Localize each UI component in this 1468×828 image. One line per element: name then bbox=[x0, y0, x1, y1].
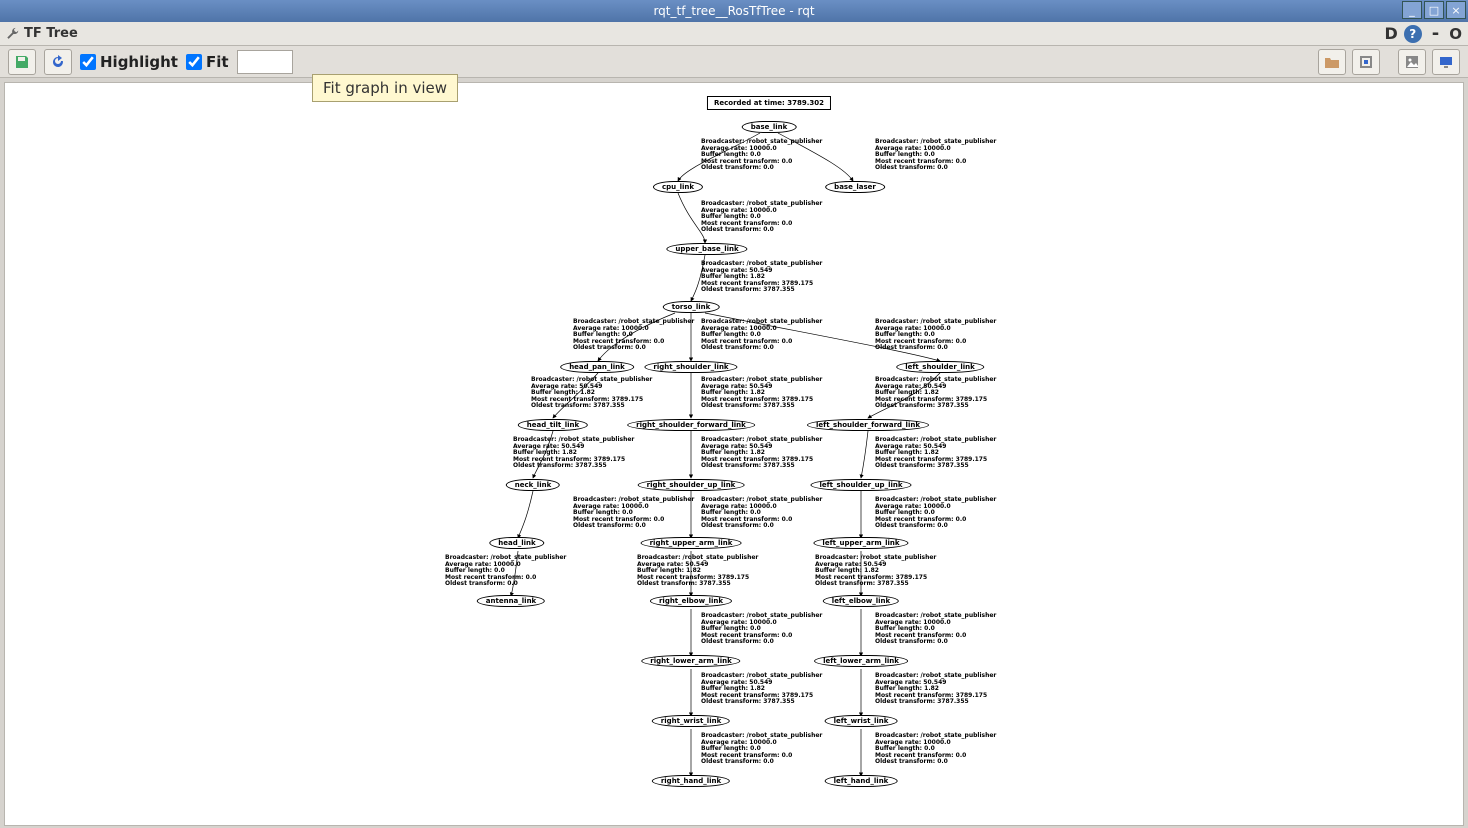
edge-torso-rshoulder: Broadcaster: /robot_state_publisher Aver… bbox=[701, 319, 822, 352]
edge-rupperarm-relbow: Broadcaster: /robot_state_publisher Aver… bbox=[637, 555, 758, 588]
edge-lshoulder-fwd: Broadcaster: /robot_state_publisher Aver… bbox=[875, 377, 996, 410]
edge-neck-head: Broadcaster: /robot_state_publisher Aver… bbox=[573, 497, 694, 530]
node-right-wrist-link[interactable]: right_wrist_link bbox=[652, 715, 730, 727]
edge-rup-rupperarm: Broadcaster: /robot_state_publisher Aver… bbox=[701, 497, 822, 530]
node-left-lower-arm-link[interactable]: left_lower_arm_link bbox=[814, 655, 908, 667]
panel-header: TF Tree D ? - O bbox=[0, 22, 1468, 46]
panel-minus[interactable]: - bbox=[1428, 23, 1443, 44]
edge-lwrist-lhand: Broadcaster: /robot_state_publisher Aver… bbox=[875, 733, 996, 766]
export-button[interactable] bbox=[1352, 49, 1380, 75]
highlight-label: Highlight bbox=[100, 53, 178, 71]
node-right-shoulder-up-link[interactable]: right_shoulder_up_link bbox=[638, 479, 745, 491]
search-input[interactable] bbox=[237, 50, 293, 74]
edge-rshoulder-fwd: Broadcaster: /robot_state_publisher Aver… bbox=[701, 377, 822, 410]
edge-rwrist-rhand: Broadcaster: /robot_state_publisher Aver… bbox=[701, 733, 822, 766]
edge-llower-lwrist: Broadcaster: /robot_state_publisher Aver… bbox=[875, 673, 996, 706]
export-icon bbox=[1358, 54, 1374, 70]
d-label[interactable]: D bbox=[1384, 24, 1397, 43]
monitor-icon bbox=[1438, 54, 1454, 70]
node-right-shoulder-forward-link[interactable]: right_shoulder_forward_link bbox=[627, 419, 755, 431]
help-icon[interactable]: ? bbox=[1404, 25, 1422, 43]
node-left-hand-link[interactable]: left_hand_link bbox=[825, 775, 898, 787]
highlight-checkbox[interactable]: Highlight bbox=[80, 53, 178, 71]
node-left-shoulder-up-link[interactable]: left_shoulder_up_link bbox=[810, 479, 911, 491]
node-base-laser[interactable]: base_laser bbox=[825, 181, 885, 193]
image-button[interactable] bbox=[1398, 49, 1426, 75]
node-left-upper-arm-link[interactable]: left_upper_arm_link bbox=[813, 537, 908, 549]
node-right-hand-link[interactable]: right_hand_link bbox=[652, 775, 730, 787]
edge-headtilt-neck: Broadcaster: /robot_state_publisher Aver… bbox=[513, 437, 634, 470]
edge-torso-lshoulder: Broadcaster: /robot_state_publisher Aver… bbox=[875, 319, 996, 352]
panel-title: TF Tree bbox=[24, 26, 78, 41]
refresh-button[interactable] bbox=[44, 49, 72, 75]
window-titlebar: rqt_tf_tree__RosTfTree - rqt _ □ × bbox=[0, 0, 1468, 22]
open-icon bbox=[1324, 54, 1340, 70]
edge-relbow-rlower: Broadcaster: /robot_state_publisher Aver… bbox=[701, 613, 822, 646]
node-right-lower-arm-link[interactable]: right_lower_arm_link bbox=[641, 655, 740, 667]
node-antenna-link[interactable]: antenna_link bbox=[477, 595, 545, 607]
node-head-pan-link[interactable]: head_pan_link bbox=[560, 361, 634, 373]
save-button[interactable] bbox=[8, 49, 36, 75]
node-neck-link[interactable]: neck_link bbox=[506, 479, 560, 491]
edge-head-antenna: Broadcaster: /robot_state_publisher Aver… bbox=[445, 555, 566, 588]
fit-label: Fit bbox=[206, 53, 229, 71]
node-left-shoulder-forward-link[interactable]: left_shoulder_forward_link bbox=[807, 419, 929, 431]
edge-lupperarm-lelbow: Broadcaster: /robot_state_publisher Aver… bbox=[815, 555, 936, 588]
node-cpu-link[interactable]: cpu_link bbox=[653, 181, 703, 193]
node-torso-link[interactable]: torso_link bbox=[663, 301, 720, 313]
edge-rlower-rwrist: Broadcaster: /robot_state_publisher Aver… bbox=[701, 673, 822, 706]
recorded-time-box: Recorded at time: 3789.302 bbox=[707, 96, 831, 110]
maximize-icon[interactable]: □ bbox=[1424, 1, 1444, 19]
toolbar: Highlight Fit Fit graph in view bbox=[0, 46, 1468, 78]
node-upper-base-link[interactable]: upper_base_link bbox=[666, 243, 747, 255]
edge-base-laser: Broadcaster: /robot_state_publisher Aver… bbox=[875, 139, 996, 172]
panel-detach[interactable]: O bbox=[1449, 25, 1462, 43]
fit-tooltip: Fit graph in view bbox=[312, 74, 458, 102]
node-left-shoulder-link[interactable]: left_shoulder_link bbox=[896, 361, 984, 373]
node-base-link[interactable]: base_link bbox=[742, 121, 797, 133]
minimize-icon[interactable]: _ bbox=[1402, 1, 1422, 19]
edge-torso-headpan: Broadcaster: /robot_state_publisher Aver… bbox=[573, 319, 694, 352]
screenshot-button[interactable] bbox=[1432, 49, 1460, 75]
edge-base-cpu: Broadcaster: /robot_state_publisher Aver… bbox=[701, 139, 822, 172]
edge-upper-torso: Broadcaster: /robot_state_publisher Aver… bbox=[701, 261, 822, 294]
edge-cpu-upper: Broadcaster: /robot_state_publisher Aver… bbox=[701, 201, 822, 234]
edge-lup-lupperarm: Broadcaster: /robot_state_publisher Aver… bbox=[875, 497, 996, 530]
edge-rfwd-rup: Broadcaster: /robot_state_publisher Aver… bbox=[701, 437, 822, 470]
graph-canvas[interactable]: Recorded at time: 3789.302 base_link cpu… bbox=[4, 82, 1464, 826]
node-head-link[interactable]: head_link bbox=[489, 537, 544, 549]
edge-lelbow-llower: Broadcaster: /robot_state_publisher Aver… bbox=[875, 613, 996, 646]
node-left-elbow-link[interactable]: left_elbow_link bbox=[823, 595, 899, 607]
node-right-upper-arm-link[interactable]: right_upper_arm_link bbox=[641, 537, 742, 549]
image-icon bbox=[1404, 54, 1420, 70]
node-right-elbow-link[interactable]: right_elbow_link bbox=[650, 595, 732, 607]
node-head-tilt-link[interactable]: head_tilt_link bbox=[518, 419, 588, 431]
wrench-icon bbox=[6, 27, 20, 41]
edge-headpan-headtilt: Broadcaster: /robot_state_publisher Aver… bbox=[531, 377, 652, 410]
load-button[interactable] bbox=[1318, 49, 1346, 75]
node-right-shoulder-link[interactable]: right_shoulder_link bbox=[644, 361, 737, 373]
fit-checkbox[interactable]: Fit bbox=[186, 53, 229, 71]
window-title: rqt_tf_tree__RosTfTree - rqt bbox=[653, 4, 814, 18]
disk-icon bbox=[14, 54, 30, 70]
refresh-icon bbox=[50, 54, 66, 70]
node-left-wrist-link[interactable]: left_wrist_link bbox=[825, 715, 898, 727]
highlight-input[interactable] bbox=[80, 54, 96, 70]
edge-lfwd-lup: Broadcaster: /robot_state_publisher Aver… bbox=[875, 437, 996, 470]
fit-input[interactable] bbox=[186, 54, 202, 70]
close-icon[interactable]: × bbox=[1446, 1, 1466, 19]
